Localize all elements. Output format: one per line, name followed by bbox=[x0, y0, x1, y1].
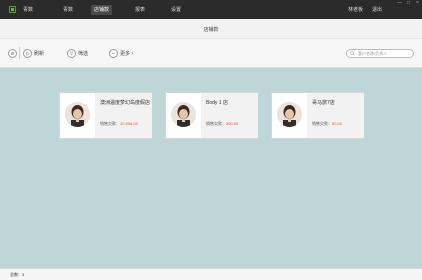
sidebar-toggle-icon[interactable] bbox=[8, 49, 17, 58]
nav-item-home[interactable]: 青数 bbox=[60, 5, 76, 15]
app-logo-icon bbox=[9, 6, 16, 13]
card-info: 澳洲温度梦幻岛度假店 销售欠款：10,996.00 bbox=[95, 93, 152, 138]
avatar bbox=[171, 102, 196, 127]
more-button[interactable]: 更多 › bbox=[120, 50, 133, 57]
avatar bbox=[65, 102, 90, 127]
total-label: 总数： bbox=[10, 272, 22, 277]
maximize-icon[interactable]: □ bbox=[404, 0, 413, 7]
store-card[interactable]: 哥马旅7店 销售欠款：50.00 bbox=[271, 92, 364, 139]
sales-debt-label: 销售欠款： bbox=[312, 121, 332, 126]
refresh-icon[interactable] bbox=[23, 49, 32, 58]
more-icon[interactable] bbox=[109, 49, 118, 58]
logout-link[interactable]: 退出 bbox=[372, 6, 382, 13]
filter-button[interactable]: 筛选 bbox=[78, 50, 88, 57]
card-info: 哥马旅7店 销售欠款：50.00 bbox=[307, 93, 364, 138]
store-card[interactable]: 澳洲温度梦幻岛度假店 销售欠款：10,996.00 bbox=[59, 92, 152, 139]
sales-debt-label: 销售欠款： bbox=[100, 121, 120, 126]
store-name: 澳洲温度梦幻岛度假店 bbox=[100, 100, 151, 106]
total-value: 3 bbox=[22, 272, 25, 277]
sales-debt: 销售欠款：50.00 bbox=[312, 121, 342, 127]
card-info: Body 1 店 销售欠款：500.00 bbox=[201, 93, 258, 138]
sales-debt-label: 销售欠款： bbox=[206, 121, 226, 126]
sales-debt: 销售欠款：500.00 bbox=[206, 121, 238, 127]
app-title: 青数 bbox=[23, 7, 34, 13]
page-title: 店铺款 bbox=[203, 27, 219, 33]
sales-debt: 销售欠款：10,996.00 bbox=[100, 121, 138, 127]
total-count: 总数：3 bbox=[10, 272, 24, 278]
page-header: 店铺款 bbox=[0, 19, 422, 39]
nav-item-store-payment[interactable]: 店铺款 bbox=[91, 5, 113, 15]
card-avatar-area bbox=[272, 93, 307, 138]
close-icon[interactable]: × bbox=[413, 0, 422, 7]
sales-debt-amount: 500.00 bbox=[226, 121, 239, 126]
sales-debt-amount: 10,996.00 bbox=[120, 121, 138, 126]
chevron-down-icon: › bbox=[131, 51, 134, 57]
top-nav-bar: 青数 青数 店铺款 报表 设置 林老板 退出 — □ × bbox=[0, 0, 422, 19]
avatar bbox=[277, 102, 302, 127]
search-placeholder: 客户名称/负责人 bbox=[358, 51, 388, 56]
more-label: 更多 bbox=[120, 51, 131, 57]
toolbar-divider bbox=[19, 47, 20, 59]
card-avatar-area bbox=[60, 93, 95, 138]
card-avatar-area bbox=[166, 93, 201, 138]
sales-debt-amount: 50.00 bbox=[332, 121, 343, 126]
nav-item-reports[interactable]: 报表 bbox=[132, 5, 148, 15]
status-bar: 总数：3 bbox=[0, 268, 422, 280]
store-name: 哥马旅7店 bbox=[312, 100, 335, 106]
minimize-icon[interactable]: — bbox=[395, 0, 404, 7]
store-card[interactable]: Body 1 店 销售欠款：500.00 bbox=[165, 92, 258, 139]
user-name[interactable]: 林老板 bbox=[348, 6, 363, 13]
nav-item-settings[interactable]: 设置 bbox=[168, 5, 184, 15]
search-input[interactable]: 客户名称/负责人 bbox=[346, 49, 414, 58]
store-name: Body 1 店 bbox=[206, 100, 228, 106]
refresh-button[interactable]: 刷新 bbox=[34, 50, 44, 57]
filter-icon[interactable] bbox=[67, 49, 76, 58]
search-icon bbox=[350, 51, 355, 56]
